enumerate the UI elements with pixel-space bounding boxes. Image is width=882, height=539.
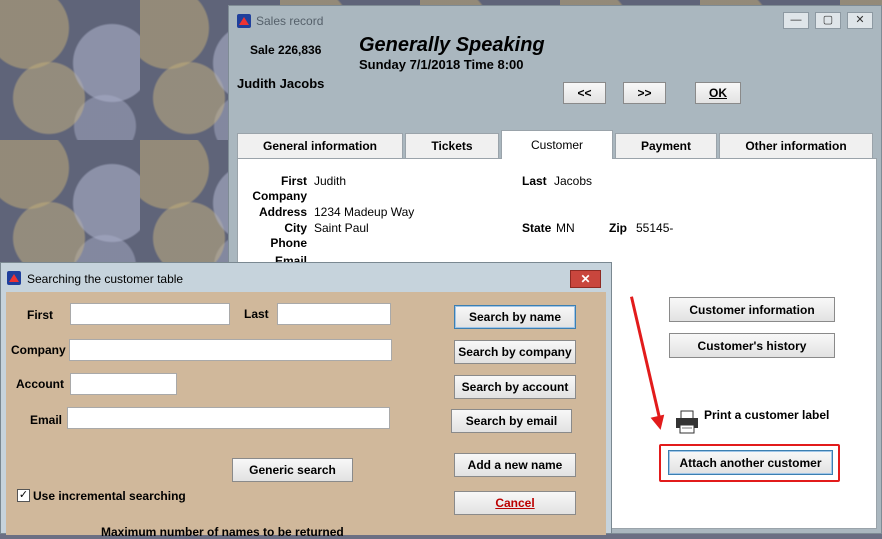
address-label: Address <box>258 205 307 219</box>
dialog-body: First Last Company Account Email Search … <box>6 292 606 539</box>
first-name-input[interactable] <box>70 303 230 325</box>
customer-information-button[interactable]: Customer information <box>669 297 835 322</box>
city-label: City <box>284 221 307 235</box>
company-label: Company <box>252 189 307 203</box>
last-label: Last <box>522 174 547 188</box>
maximize-button[interactable]: ▢ <box>815 12 841 29</box>
last-name-input[interactable] <box>277 303 391 325</box>
minimize-button[interactable]: — <box>783 12 809 29</box>
print-customer-label-link[interactable]: Print a customer label <box>704 408 829 422</box>
tab-other-information[interactable]: Other information <box>719 133 873 158</box>
phone-label: Phone <box>270 236 307 250</box>
first-value: Judith <box>314 174 347 188</box>
state-value: MN <box>556 221 575 235</box>
search-by-name-button[interactable]: Search by name <box>454 305 576 329</box>
account-input[interactable] <box>70 373 177 395</box>
window-title: Sales record <box>256 14 324 28</box>
last-value: Jacobs <box>554 174 593 188</box>
event-datetime: Sunday 7/1/2018 Time 8:00 <box>359 57 524 72</box>
search-by-account-button[interactable]: Search by account <box>454 375 576 399</box>
incremental-search-checkbox[interactable]: ✓ <box>17 489 30 502</box>
title-bar[interactable]: Sales record — ▢ ✕ <box>229 6 881 34</box>
last-name-label: Last <box>244 307 269 321</box>
previous-button[interactable]: << <box>563 82 606 104</box>
app-icon <box>237 14 251 28</box>
email-label: Email <box>30 413 63 427</box>
sale-number: Sale 226,836 <box>250 43 322 57</box>
incremental-search-label: Use incremental searching <box>33 489 186 503</box>
printer-icon[interactable] <box>675 410 699 434</box>
next-button[interactable]: >> <box>623 82 666 104</box>
email-input[interactable] <box>67 407 390 429</box>
customer-name: Judith Jacobs <box>237 76 325 91</box>
dialog-title: Searching the customer table <box>27 272 184 286</box>
search-by-company-button[interactable]: Search by company <box>454 340 576 364</box>
tab-general-information[interactable]: General information <box>237 133 403 158</box>
account-label: Account <box>16 377 64 391</box>
state-label: State <box>522 221 552 235</box>
search-dialog: Searching the customer table ✕ First Las… <box>0 262 612 539</box>
ok-button[interactable]: OK <box>695 82 741 104</box>
search-by-email-button[interactable]: Search by email <box>451 409 572 433</box>
zip-value: 55145- <box>636 221 674 235</box>
tab-customer[interactable]: Customer <box>501 130 613 159</box>
attach-another-customer-button[interactable]: Attach another customer <box>668 450 833 475</box>
first-label: First <box>280 174 307 188</box>
company-input[interactable] <box>69 339 392 361</box>
cancel-button[interactable]: Cancel <box>454 491 576 515</box>
first-name-label: First <box>27 308 54 322</box>
event-name: Generally Speaking <box>359 34 545 56</box>
customer-history-button[interactable]: Customer's history <box>669 333 835 358</box>
generic-search-button[interactable]: Generic search <box>232 458 353 482</box>
close-button[interactable]: ✕ <box>847 12 873 29</box>
city-value: Saint Paul <box>314 221 369 235</box>
max-names-label: Maximum number of names to be returned <box>101 525 344 539</box>
tab-tickets[interactable]: Tickets <box>405 133 499 158</box>
dialog-close-button[interactable]: ✕ <box>570 270 601 288</box>
add-new-name-button[interactable]: Add a new name <box>454 453 576 477</box>
dialog-app-icon <box>7 271 21 285</box>
tab-payment[interactable]: Payment <box>615 133 717 158</box>
address-value: 1234 Madeup Way <box>314 205 415 219</box>
company-label: Company <box>11 343 66 357</box>
zip-label: Zip <box>609 221 627 235</box>
